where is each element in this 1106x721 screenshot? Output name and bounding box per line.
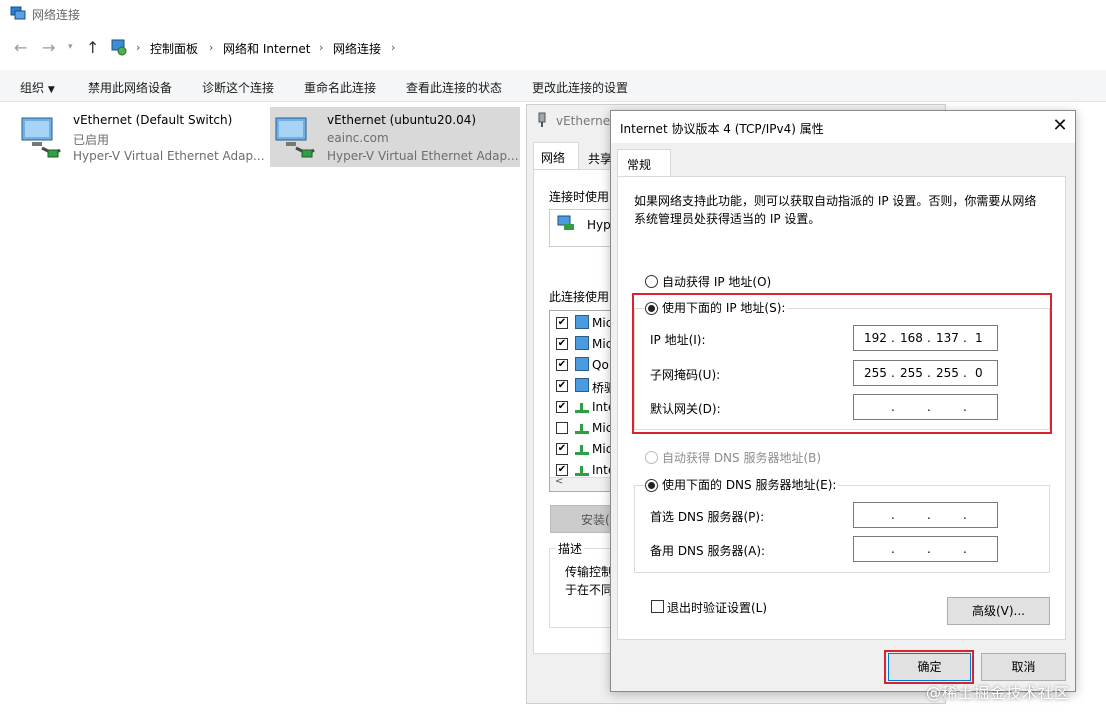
component-icon xyxy=(575,357,589,371)
uses-items-label: 此连接使用 xyxy=(549,290,610,304)
breadcrumb-separator: › xyxy=(319,41,324,54)
component-checkbox[interactable]: ✔ xyxy=(556,317,568,329)
disable-device-button[interactable]: 禁用此网络设备 xyxy=(88,79,172,96)
connect-using-label: 连接时使用 xyxy=(549,190,610,204)
rename-button[interactable]: 重命名此连接 xyxy=(304,79,376,96)
component-icon xyxy=(575,315,589,329)
manual-dns-radio[interactable] xyxy=(645,479,658,492)
connection-device: Hyper-V Virtual Ethernet Adap... xyxy=(327,149,519,163)
octet-dot: . xyxy=(927,542,931,556)
recent-dropdown-icon[interactable]: ▾ xyxy=(68,42,73,52)
manual-dns-label[interactable]: 使用下面的 DNS 服务器地址(E): xyxy=(660,476,839,493)
auto-ip-label[interactable]: 自动获得 IP 地址(O) xyxy=(662,273,771,290)
install-button-label: 安装( xyxy=(581,513,610,527)
component-checkbox[interactable] xyxy=(556,422,568,434)
adapter-icon xyxy=(557,215,574,230)
ethernet-plug-icon xyxy=(538,112,546,127)
auto-dns-radio[interactable] xyxy=(645,451,658,464)
connection-status: 已启用 xyxy=(73,133,110,147)
up-arrow-icon[interactable]: ↑ xyxy=(86,38,99,57)
control-panel-icon xyxy=(111,39,127,56)
component-icon xyxy=(575,336,589,350)
connection-name: vEthernet (ubuntu20.04) xyxy=(327,113,477,127)
breadcrumb-separator: › xyxy=(391,41,396,54)
protocol-icon xyxy=(575,422,589,434)
close-icon[interactable]: ✕ xyxy=(1050,114,1070,138)
description-title: 描述 xyxy=(556,540,585,557)
highlight-box xyxy=(884,650,974,684)
validate-checkbox[interactable] xyxy=(651,600,664,613)
tab-networking-label: 网络 xyxy=(541,151,566,165)
protocol-icon xyxy=(575,443,589,455)
protocol-icon xyxy=(575,401,589,413)
organize-menu[interactable]: 组织 ▼ xyxy=(20,79,55,96)
alternate-dns-field[interactable]: . . . xyxy=(853,536,998,562)
network-adapter-icon xyxy=(21,117,61,158)
cancel-button[interactable]: 取消 xyxy=(981,653,1066,681)
component-checkbox[interactable]: ✔ xyxy=(556,380,568,392)
diagnose-button[interactable]: 诊断这个连接 xyxy=(202,79,274,96)
change-settings-button[interactable]: 更改此连接的设置 xyxy=(532,79,628,96)
protocol-icon xyxy=(575,464,589,476)
breadcrumb-separator: › xyxy=(209,41,214,54)
highlight-box xyxy=(632,293,1052,434)
component-checkbox[interactable]: ✔ xyxy=(556,338,568,350)
back-arrow-icon[interactable]: ← xyxy=(14,38,27,57)
description-line: 于在不同 xyxy=(565,583,614,597)
octet-dot: . xyxy=(891,508,895,522)
organize-label: 组织 xyxy=(20,81,45,95)
adapter-name: Hyp xyxy=(587,218,611,232)
preferred-dns-label: 首选 DNS 服务器(P): xyxy=(650,510,765,524)
component-checkbox[interactable]: ✔ xyxy=(556,359,568,371)
component-icon xyxy=(575,378,589,392)
breadcrumb-network-connections[interactable]: 网络连接 xyxy=(333,40,381,57)
breadcrumb-separator: › xyxy=(136,41,141,54)
octet-dot: . xyxy=(891,542,895,556)
octet-dot: . xyxy=(963,508,967,522)
breadcrumb-network-internet[interactable]: 网络和 Internet xyxy=(223,40,310,57)
octet-dot: . xyxy=(963,542,967,556)
tab-general-label: 常规 xyxy=(627,158,652,172)
tab-sharing[interactable]: 共享 xyxy=(588,150,612,167)
network-connections-icon xyxy=(10,6,26,20)
preferred-dns-field[interactable]: . . . xyxy=(853,502,998,528)
connection-name: vEthernet (Default Switch) xyxy=(73,113,233,127)
chevron-down-icon: ▼ xyxy=(47,85,55,95)
connection-device: Hyper-V Virtual Ethernet Adap... xyxy=(73,149,265,163)
title-bar xyxy=(0,0,1106,30)
auto-ip-radio[interactable] xyxy=(645,275,658,288)
connection-status: eainc.com xyxy=(327,131,389,145)
watermark: @稀土掘金技术社区 xyxy=(926,684,1071,702)
component-checkbox[interactable]: ✔ xyxy=(556,401,568,413)
octet-dot: . xyxy=(927,508,931,522)
breadcrumb-control-panel[interactable]: 控制面板 xyxy=(150,40,198,57)
view-status-button[interactable]: 查看此连接的状态 xyxy=(406,79,502,96)
component-name: Qo xyxy=(592,358,609,372)
dialog-title: Internet 协议版本 4 (TCP/IPv4) 属性 xyxy=(620,122,824,136)
window-title: 网络连接 xyxy=(32,8,81,22)
properties-title: vEthernet xyxy=(556,114,615,128)
scroll-left-icon[interactable]: < xyxy=(555,476,563,487)
description-line: 传输控制 xyxy=(565,565,614,579)
auto-dns-label[interactable]: 自动获得 DNS 服务器地址(B) xyxy=(662,449,821,466)
validate-label[interactable]: 退出时验证设置(L) xyxy=(667,599,767,616)
component-checkbox[interactable]: ✔ xyxy=(556,464,568,476)
component-checkbox[interactable]: ✔ xyxy=(556,443,568,455)
dialog-description: 如果网络支持此功能，则可以获取自动指派的 IP 设置。否则，你需要从网络系统管理… xyxy=(634,194,1037,226)
advanced-button[interactable]: 高级(V)... xyxy=(947,597,1050,625)
network-adapter-icon xyxy=(275,117,315,158)
alternate-dns-label: 备用 DNS 服务器(A): xyxy=(650,544,766,558)
forward-arrow-icon[interactable]: → xyxy=(42,38,55,57)
